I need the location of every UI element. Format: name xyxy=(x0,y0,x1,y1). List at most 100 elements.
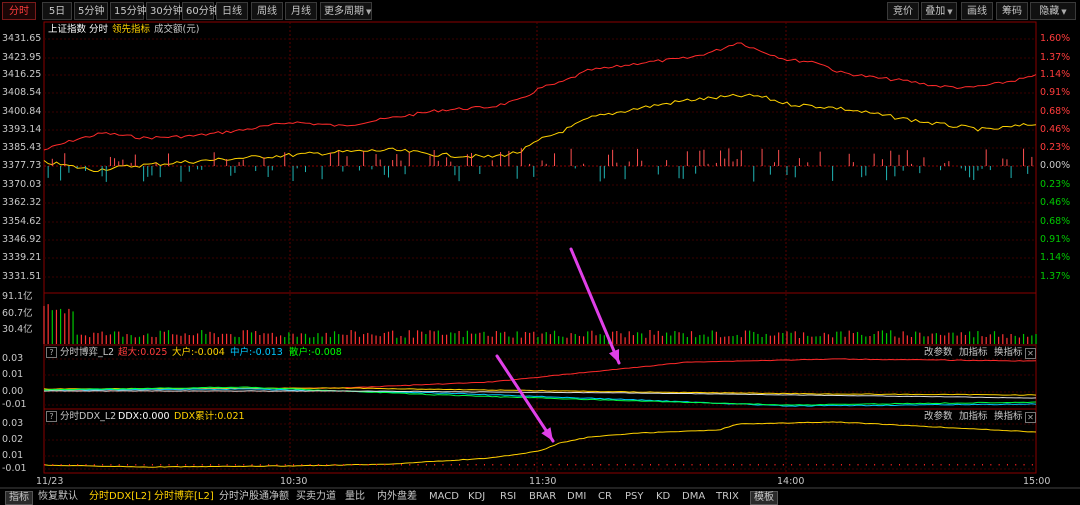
ddx-dot xyxy=(334,464,336,466)
ddx-tick: 0.03 xyxy=(2,418,24,429)
ddx-dot xyxy=(234,464,236,466)
ddx-dot xyxy=(93,464,95,466)
tab-dma[interactable]: DMA xyxy=(682,491,705,503)
tab-rsi[interactable]: RSI xyxy=(500,491,516,503)
ddx-edit-params-button[interactable]: 改参数 xyxy=(924,411,953,423)
ddx-dot xyxy=(135,464,137,466)
ddx-dot xyxy=(268,464,270,466)
close-icon[interactable]: ✕ xyxy=(1025,348,1036,359)
ddx-dot xyxy=(907,464,909,466)
close-icon[interactable]: ✕ xyxy=(1025,412,1036,423)
ddx-dot xyxy=(251,464,253,466)
ddx-dot xyxy=(301,464,303,466)
ddx-dot xyxy=(674,464,676,466)
boyi-panel-title: ? 分时博弈_L2 xyxy=(46,347,114,359)
boyi-super-value: 超大:0.025 xyxy=(118,347,168,358)
ddx-add-indicator-button[interactable]: 加指标 xyxy=(959,411,988,423)
legend-index-name: 上证指数 xyxy=(48,24,87,35)
ddx-panel-title: ? 分时DDX_L2 xyxy=(46,411,116,423)
price-tick: 3423.95 xyxy=(2,52,42,63)
ddx-dot xyxy=(160,464,162,466)
ddx-dot xyxy=(85,464,87,466)
ddx-dot xyxy=(965,464,967,466)
boyi-change-indicator-button[interactable]: 换指标 xyxy=(994,347,1023,359)
ddx-dot xyxy=(658,464,660,466)
tab-kdj[interactable]: KDJ xyxy=(468,491,485,503)
ddx-dot xyxy=(475,464,477,466)
time-tick: 15:00 xyxy=(1023,476,1051,487)
ddx-dot xyxy=(865,464,867,466)
ddx-dot xyxy=(201,464,203,466)
ddx-tick: 0.01 xyxy=(2,450,24,461)
tab-template[interactable]: 模板 xyxy=(750,491,778,505)
ddx-dot xyxy=(832,464,834,466)
help-icon[interactable]: ? xyxy=(46,411,57,422)
boyi-tick: 0.00 xyxy=(2,386,24,397)
ddx-dot xyxy=(616,464,618,466)
pct-tick: 0.23% xyxy=(1040,179,1071,190)
ddx-dot xyxy=(542,464,544,466)
ddx-dot xyxy=(450,464,452,466)
ddx-dot xyxy=(226,464,228,466)
tab-hgt-net[interactable]: 分时沪股通净额 xyxy=(219,491,289,503)
price-line xyxy=(43,42,1037,151)
tab-indicators[interactable]: 指标 xyxy=(5,491,33,505)
ddx-dot xyxy=(102,464,104,466)
time-tick: 14:00 xyxy=(777,476,805,487)
chart-canvas[interactable] xyxy=(0,0,1080,505)
legend-timeshare: 分时 xyxy=(89,24,109,35)
ddx-dot xyxy=(459,464,461,466)
ddx-dot xyxy=(683,464,685,466)
boyi-add-indicator-button[interactable]: 加指标 xyxy=(959,347,988,359)
ddx-dot xyxy=(143,464,145,466)
ddx-dot xyxy=(525,464,527,466)
price-tick: 3400.84 xyxy=(2,106,42,117)
tab-inner-outer-diff[interactable]: 内外盘差 xyxy=(377,491,417,503)
ddx-dot xyxy=(923,464,925,466)
pct-tick: 0.46% xyxy=(1040,197,1071,208)
ddx-dot xyxy=(351,464,353,466)
ddx-dot xyxy=(483,464,485,466)
ddx-dot xyxy=(1006,464,1008,466)
ddx-dot xyxy=(284,464,286,466)
tab-trix[interactable]: TRIX xyxy=(716,491,739,503)
tab-cr[interactable]: CR xyxy=(598,491,612,503)
ddx-dot xyxy=(68,464,70,466)
tab-kd[interactable]: KD xyxy=(656,491,670,503)
ddx-dot xyxy=(874,464,876,466)
ddx-dot xyxy=(608,464,610,466)
boyi-edit-params-button[interactable]: 改参数 xyxy=(924,347,953,359)
tab-macd[interactable]: MACD xyxy=(429,491,459,503)
ddx-dot xyxy=(276,464,278,466)
ddx-dot xyxy=(724,464,726,466)
tab-brar[interactable]: BRAR xyxy=(529,491,556,503)
ddx-tick: -0.01 xyxy=(2,463,27,474)
tab-psy[interactable]: PSY xyxy=(625,491,644,503)
ddx-dot xyxy=(899,464,901,466)
tab-restore-default[interactable]: 恢复默认 xyxy=(38,491,78,503)
ddx-dot xyxy=(948,464,950,466)
ddx-dot xyxy=(110,464,112,466)
ddx-dot xyxy=(782,464,784,466)
ddx-dot xyxy=(1015,464,1017,466)
tab-buy-sell-power[interactable]: 买卖力道 xyxy=(296,491,336,503)
pct-tick: 1.14% xyxy=(1040,69,1071,80)
pct-tick: 1.60% xyxy=(1040,33,1071,44)
tab-volume-ratio[interactable]: 量比 xyxy=(345,491,365,503)
tab-dmi[interactable]: DMI xyxy=(567,491,586,503)
ddx-dot xyxy=(508,464,510,466)
ddx-dot xyxy=(52,464,54,466)
boyi-tick: 0.03 xyxy=(2,353,24,364)
ddx-change-indicator-button[interactable]: 换指标 xyxy=(994,411,1023,423)
tab-boyi-l2[interactable]: 分时博弈[L2] xyxy=(154,491,214,503)
help-icon[interactable]: ? xyxy=(46,347,57,358)
ddx-cum-value: DDX累计:0.021 xyxy=(174,411,245,422)
pct-tick: 1.37% xyxy=(1040,271,1071,282)
ddx-dot xyxy=(824,464,826,466)
ddx-dot xyxy=(857,464,859,466)
price-tick: 3385.43 xyxy=(2,142,42,153)
tab-ddx-l2[interactable]: 分时DDX[L2] xyxy=(89,491,151,503)
price-tick: 3370.03 xyxy=(2,179,42,190)
ddx-dot xyxy=(774,464,776,466)
lead-indicator-line xyxy=(43,93,1037,173)
